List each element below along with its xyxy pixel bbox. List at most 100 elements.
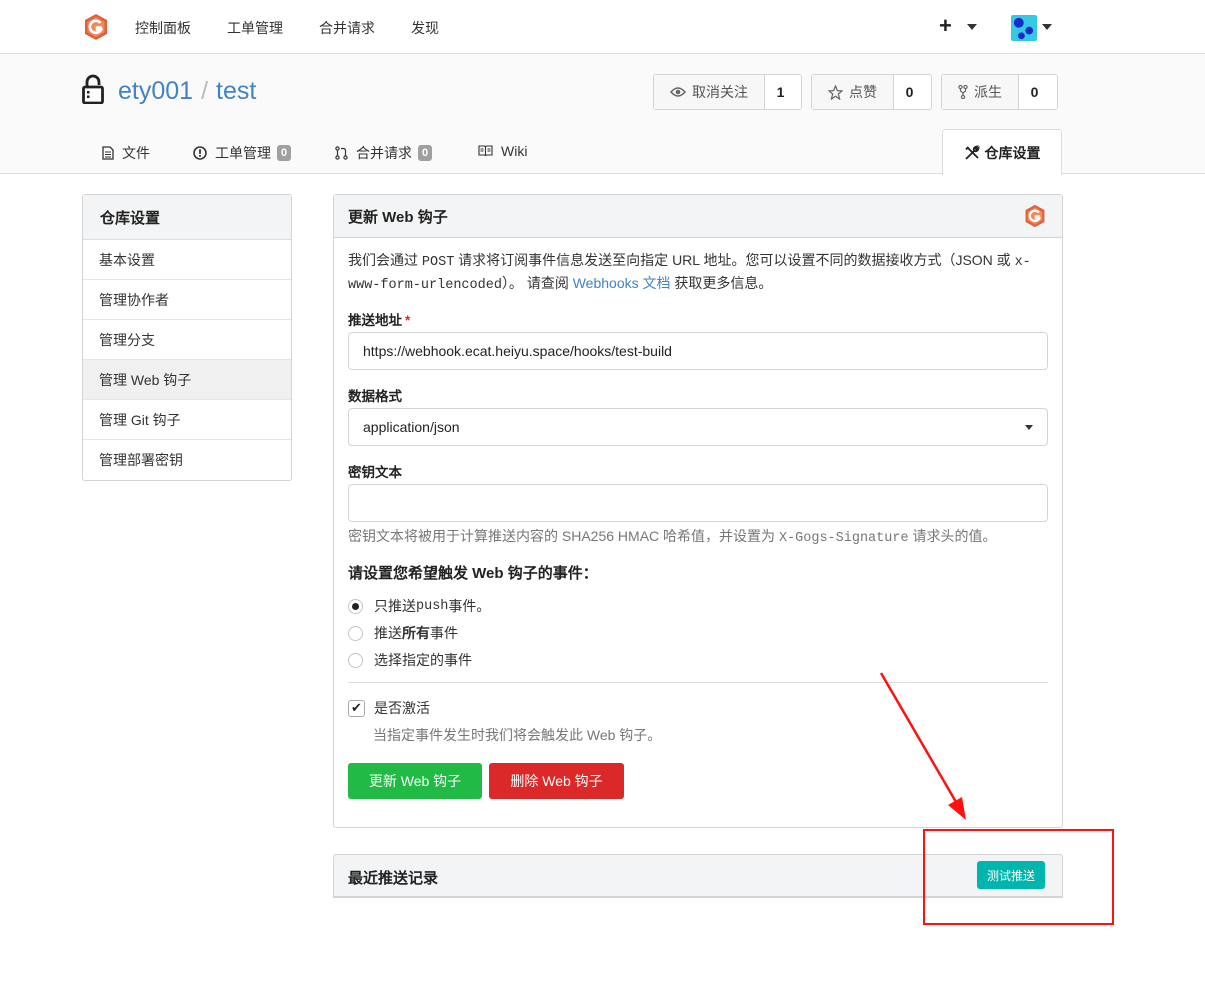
events-title: 请设置您希望触发 Web 钩子的事件： xyxy=(348,565,598,582)
nav-explore[interactable]: 发现 xyxy=(411,18,439,38)
pulls-count-badge: 0 xyxy=(418,145,433,161)
desc-text-3: ）。 请查阅 xyxy=(501,275,573,291)
create-plus-icon[interactable]: + xyxy=(939,13,952,39)
tab-wiki[interactable]: Wiki xyxy=(478,143,527,159)
tab-pulls[interactable]: 合并请求 0 xyxy=(335,143,433,163)
recent-deliveries-title: 最近推送记录 xyxy=(348,870,439,887)
repo-title: ety001 /test xyxy=(118,77,256,106)
gogs-logo-icon[interactable] xyxy=(82,13,110,41)
book-icon xyxy=(478,145,493,157)
content-type-label: 数据格式 xyxy=(348,389,402,404)
issues-count-badge: 0 xyxy=(277,145,292,161)
tab-settings[interactable]: 仓库设置 xyxy=(942,129,1062,175)
payload-url-label: 推送地址 * xyxy=(348,309,410,329)
fork-button[interactable]: 派生 xyxy=(942,75,1019,109)
repo-owner-link[interactable]: ety001 xyxy=(118,77,193,105)
tab-pulls-label: 合并请求 xyxy=(356,145,412,161)
star-button[interactable]: 点赞 xyxy=(812,75,894,109)
fork-count[interactable]: 0 xyxy=(1019,75,1050,109)
annotation-highlight-box xyxy=(923,829,1114,925)
eye-icon xyxy=(670,87,686,97)
repo-name-link[interactable]: test xyxy=(216,77,256,105)
event-push-only-radio[interactable]: 只推送 push 事件。 xyxy=(348,596,490,616)
webhooks-docs-link[interactable]: Webhooks 文档 xyxy=(573,275,671,291)
annotation-arrow-icon xyxy=(879,672,966,820)
git-pull-request-icon xyxy=(335,146,348,160)
fork-label: 派生 xyxy=(974,84,1002,100)
user-avatar[interactable] xyxy=(1011,15,1037,41)
tab-settings-label: 仓库设置 xyxy=(984,144,1041,161)
sidebar-header: 仓库设置 xyxy=(83,195,291,240)
sidebar-item-branches[interactable]: 管理分支 xyxy=(83,320,291,360)
desc-post-code: POST xyxy=(421,255,455,270)
lock-icon xyxy=(82,74,104,104)
payload-url-label-text: 推送地址 xyxy=(348,313,402,328)
event-push-text-2: 事件。 xyxy=(448,598,491,614)
event-choose-events-radio[interactable]: 选择指定的事件 xyxy=(348,650,472,670)
event-all-text-2: 事件 xyxy=(430,625,458,641)
tab-files[interactable]: 文件 xyxy=(102,143,150,163)
desc-text-1: 我们会通过 xyxy=(348,252,422,268)
star-icon xyxy=(828,84,843,100)
create-chevron-down-icon[interactable] xyxy=(967,24,977,30)
panel-title: 更新 Web 钩子 xyxy=(348,208,448,226)
active-label: 是否激活 xyxy=(374,700,430,716)
fork-button-group: 派生 0 xyxy=(941,74,1058,110)
tools-icon xyxy=(964,144,980,160)
unwatch-label: 取消关注 xyxy=(692,84,748,100)
top-navbar: 控制面板 工单管理 合并请求 发现 + xyxy=(0,0,1205,54)
desc-text-2: 请求将订阅事件信息发送至向指定 URL 地址。您可以设置不同的数据接收方式（JS… xyxy=(454,252,1015,268)
sidebar-item-options[interactable]: 基本设置 xyxy=(83,240,291,280)
active-checkbox[interactable]: ✔ 是否激活 xyxy=(348,698,430,718)
repo-header: ety001 /test 取消关注 1 点赞 0 派生 0 文件 工单管理 0 合… xyxy=(0,54,1205,175)
delete-webhook-button[interactable]: 删除 Web 钩子 xyxy=(489,763,624,799)
event-all-bold: 所有 xyxy=(402,625,430,641)
content-type-select[interactable]: application/json xyxy=(348,408,1048,446)
sidebar-item-deploy-keys[interactable]: 管理部署密钥 xyxy=(83,440,291,480)
issue-opened-icon xyxy=(193,146,207,160)
nav-pulls[interactable]: 合并请求 xyxy=(319,18,375,38)
webhook-description: 我们会通过 POST 请求将订阅事件信息发送至向指定 URL 地址。您可以设置不… xyxy=(348,250,1048,296)
secret-help-text-1: 密钥文本将被用于计算推送内容的 SHA256 HMAC 哈希值，并设置为 xyxy=(348,528,779,544)
tab-issues[interactable]: 工单管理 0 xyxy=(193,143,292,163)
gogs-hook-type-icon xyxy=(1025,204,1045,228)
event-push-code: push xyxy=(416,598,449,614)
content-type-value: application/json xyxy=(363,419,460,435)
repo-title-separator: / xyxy=(201,77,209,105)
checkmark-icon: ✔ xyxy=(348,699,365,717)
tab-wiki-label: Wiki xyxy=(501,143,528,159)
user-menu-chevron-down-icon[interactable] xyxy=(1042,24,1052,30)
secret-help-header-code: X-Gogs-Signature xyxy=(778,531,909,546)
radio-unchecked-icon xyxy=(348,652,363,668)
event-choose-label: 选择指定的事件 xyxy=(374,652,472,668)
panel-header: 更新 Web 钩子 xyxy=(334,195,1062,238)
update-webhook-button[interactable]: 更新 Web 钩子 xyxy=(348,763,482,799)
secret-help: 密钥文本将被用于计算推送内容的 SHA256 HMAC 哈希值，并设置为 X-G… xyxy=(348,526,996,546)
desc-text-4: 获取更多信息。 xyxy=(670,275,773,291)
settings-sidebar: 仓库设置 基本设置 管理协作者 管理分支 管理 Web 钩子 管理 Git 钩子… xyxy=(82,194,292,481)
watch-button-group: 取消关注 1 xyxy=(653,74,802,110)
event-push-text-1: 只推送 xyxy=(374,598,416,614)
nav-dashboard[interactable]: 控制面板 xyxy=(135,18,191,38)
event-all-text-1: 推送 xyxy=(374,625,402,641)
payload-url-value: https://webhook.ecat.heiyu.space/hooks/t… xyxy=(363,343,672,359)
required-asterisk: * xyxy=(405,313,411,328)
sidebar-item-git-hooks[interactable]: 管理 Git 钩子 xyxy=(83,400,291,440)
secret-help-text-2: 请求头的值。 xyxy=(908,528,997,544)
watch-count[interactable]: 1 xyxy=(765,75,796,109)
radio-unchecked-icon xyxy=(348,625,363,641)
file-text-icon xyxy=(102,146,114,160)
secret-input[interactable] xyxy=(348,484,1048,522)
fork-icon xyxy=(958,85,968,99)
event-send-everything-radio[interactable]: 推送 所有 事件 xyxy=(348,623,458,643)
sidebar-item-webhooks[interactable]: 管理 Web 钩子 xyxy=(83,360,291,400)
active-help: 当指定事件发生时我们将会触发此 Web 钩子。 xyxy=(373,727,662,743)
payload-url-input[interactable]: https://webhook.ecat.heiyu.space/hooks/t… xyxy=(348,332,1048,370)
tab-files-label: 文件 xyxy=(122,145,150,161)
unwatch-button[interactable]: 取消关注 xyxy=(654,75,765,109)
star-button-group: 点赞 0 xyxy=(811,74,932,110)
star-label: 点赞 xyxy=(849,84,877,100)
nav-issues[interactable]: 工单管理 xyxy=(227,18,283,38)
star-count[interactable]: 0 xyxy=(894,75,925,109)
sidebar-item-collaborators[interactable]: 管理协作者 xyxy=(83,280,291,320)
